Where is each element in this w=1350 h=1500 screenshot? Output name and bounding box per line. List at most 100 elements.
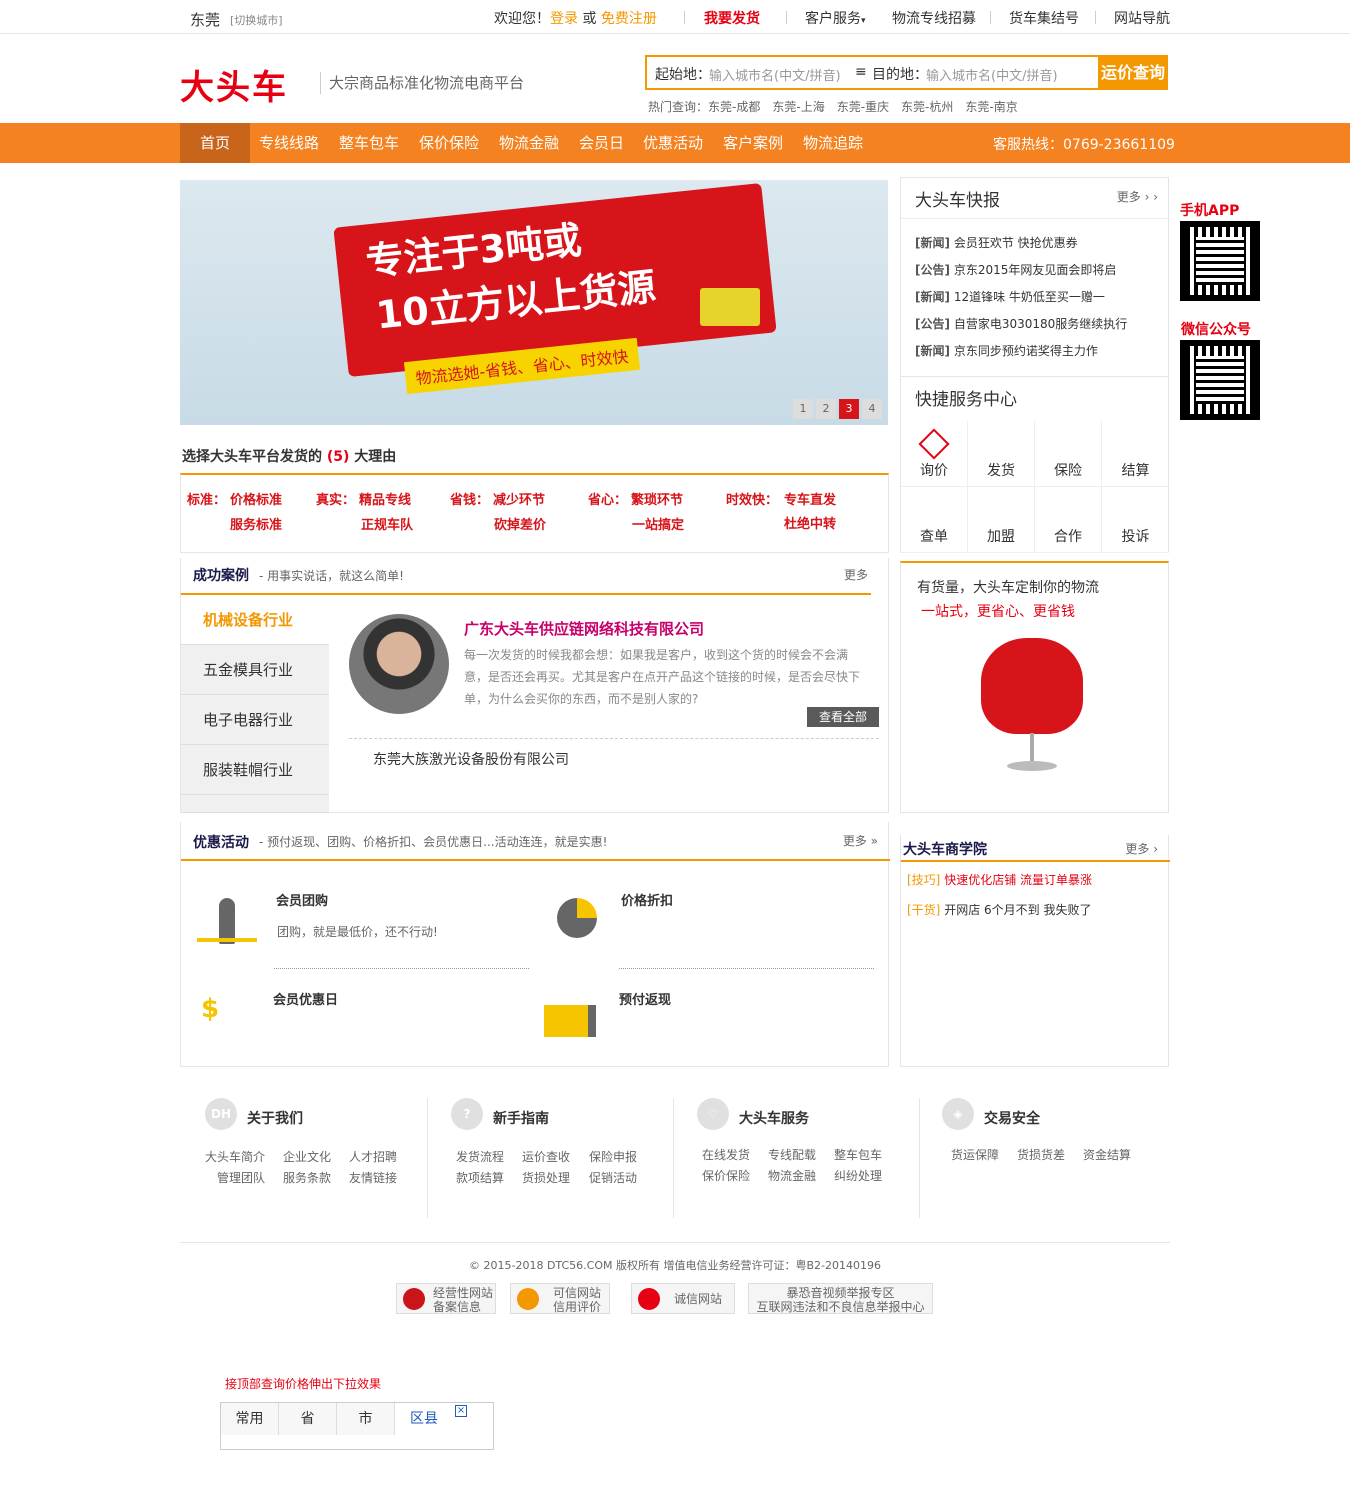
footer-link[interactable]: 运价查收 [522, 1148, 570, 1165]
news-item[interactable]: [公告] 京东2015年网友见面会即将启 [915, 261, 1116, 278]
tab-machinery[interactable]: 机械设备行业 [181, 595, 329, 645]
academy-text: 快速优化店铺 流量订单暴涨 [944, 873, 1093, 887]
banner-page[interactable]: 1 [793, 399, 813, 419]
footer-link[interactable]: 大头车简介 [205, 1148, 265, 1165]
footer-link[interactable]: 在线发货 [702, 1146, 750, 1163]
tab-city[interactable]: 市 [337, 1403, 395, 1435]
news-item[interactable]: [新闻] 12道锋味 牛奶低至买一赠一 [915, 288, 1105, 305]
nav-tracking[interactable]: 物流追踪 [803, 123, 863, 163]
banner-page-active[interactable]: 3 [839, 399, 859, 419]
app-qr-code[interactable] [1180, 221, 1260, 301]
hot-route[interactable]: 东莞-重庆 [837, 100, 889, 114]
tab-common[interactable]: 常用 [221, 1403, 279, 1435]
ship-link[interactable]: 我要发货 [704, 8, 760, 28]
login-link[interactable]: 登录 [550, 11, 578, 27]
service-ship[interactable]: 发货 [968, 421, 1035, 487]
badge-report[interactable]: 暴恐音视频举报专区 互联网违法和不良信息举报中心 [748, 1283, 933, 1314]
register-link[interactable]: 免费注册 [601, 11, 657, 27]
footer-link[interactable]: 发货流程 [456, 1148, 504, 1165]
news-item[interactable]: [公告] 自营家电3030180服务继续执行 [915, 315, 1127, 332]
academy-item[interactable]: [技巧] 快速优化店铺 流量订单暴涨 [907, 871, 1092, 888]
promotions-more-link[interactable]: 更多 » [843, 832, 878, 849]
footer-link[interactable]: 物流金融 [768, 1167, 816, 1184]
footer-link[interactable]: 资金结算 [1083, 1146, 1131, 1163]
news-tag: [公告] [915, 263, 950, 277]
news-item[interactable]: [新闻] 京东同步预约诺奖得主力作 [915, 342, 1098, 359]
promo-title[interactable]: 价格折扣 [621, 890, 673, 909]
footer-link[interactable]: 保价保险 [702, 1167, 750, 1184]
footer-link[interactable]: 款项结算 [456, 1169, 504, 1186]
reason-label: 真实： [316, 493, 356, 508]
footer-link[interactable]: 整车包车 [834, 1146, 882, 1163]
cases-more-link[interactable]: 更多 [844, 566, 868, 583]
footer-link[interactable]: 货运保障 [951, 1146, 999, 1163]
site-logo[interactable]: 大头车 [180, 60, 288, 109]
tab-district[interactable]: 区县 [395, 1403, 453, 1435]
badge-trusted[interactable]: 可信网站 信用评价 [510, 1283, 610, 1314]
recruit-link[interactable]: 物流专线招募 [892, 8, 976, 28]
service-join[interactable]: 加盟 [968, 487, 1035, 553]
case-company-item[interactable]: 东莞大族激光设备股份有限公司 [373, 749, 569, 769]
switch-city-link[interactable]: [切换城市] [230, 12, 283, 28]
promo-title[interactable]: 会员优惠日 [273, 989, 338, 1008]
hot-route[interactable]: 东莞-成都 [708, 100, 760, 114]
banner-page[interactable]: 4 [862, 399, 882, 419]
wechat-qr-code[interactable] [1180, 340, 1260, 420]
footer-link[interactable]: 专线配载 [768, 1146, 816, 1163]
academy-more-link[interactable]: 更多 › [1125, 840, 1158, 857]
service-complain[interactable]: 投诉 [1102, 487, 1169, 553]
promo-title[interactable]: 会员团购 [276, 890, 328, 909]
tab-electronics[interactable]: 电子电器行业 [181, 695, 329, 745]
footer-link[interactable]: 企业文化 [283, 1148, 331, 1165]
footer-link[interactable]: 货损处理 [522, 1169, 570, 1186]
tab-apparel[interactable]: 服装鞋帽行业 [181, 745, 329, 795]
news-item[interactable]: [新闻] 会员狂欢节 快抢优惠券 [915, 234, 1078, 251]
footer-link[interactable]: 友情链接 [349, 1169, 397, 1186]
tab-province[interactable]: 省 [279, 1403, 337, 1435]
service-quote[interactable]: 询价 [901, 421, 968, 487]
footer-link[interactable]: 服务条款 [283, 1169, 331, 1186]
service-settle[interactable]: 结算 [1102, 421, 1169, 487]
to-input[interactable]: 输入城市名(中文/拼音) [926, 65, 1058, 84]
badge-integrity[interactable]: 诚信网站 [631, 1283, 735, 1314]
customer-service-menu[interactable]: 客户服务▾ [805, 8, 866, 28]
nav-insurance[interactable]: 保价保险 [419, 123, 479, 163]
hot-route[interactable]: 东莞-杭州 [901, 100, 953, 114]
footer-link[interactable]: 货损货差 [1017, 1146, 1065, 1163]
nav-member-day[interactable]: 会员日 [579, 123, 624, 163]
service-cooperate[interactable]: 合作 [1035, 487, 1102, 553]
footer-link[interactable]: 保险申报 [589, 1148, 637, 1165]
nav-home[interactable]: 首页 [180, 123, 250, 163]
dropdown-note: 接顶部查询价格伸出下拉效果 [225, 1377, 382, 1391]
view-all-button[interactable]: 查看全部 [807, 707, 879, 727]
freight-query-button[interactable]: 运价查询 [1098, 55, 1168, 90]
from-input[interactable]: 输入城市名(中文/拼音) [709, 65, 841, 84]
footer-link[interactable]: 管理团队 [217, 1169, 265, 1186]
footer-link[interactable]: 促销活动 [589, 1169, 637, 1186]
news-more-link[interactable]: 更多 › › [1117, 188, 1158, 205]
footer-link[interactable]: 人才招聘 [349, 1148, 397, 1165]
nav-finance[interactable]: 物流金融 [499, 123, 559, 163]
service-label: 发货 [987, 463, 1015, 479]
tab-hardware[interactable]: 五金模具行业 [181, 645, 329, 695]
hot-route[interactable]: 东莞-南京 [965, 100, 1017, 114]
academy-item[interactable]: [干货] 开网店 6个月不到 我失败了 [907, 901, 1091, 918]
hotline: 客服热线：0769-23661109 [993, 137, 1175, 153]
nav-routes[interactable]: 专线线路 [259, 123, 319, 163]
custom-logistics-ad[interactable]: 有货量，大头车定制你的物流 一站式，更省心、更省钱 [900, 561, 1169, 813]
nav-cases[interactable]: 客户案例 [723, 123, 783, 163]
nav-full-truck[interactable]: 整车包车 [339, 123, 399, 163]
service-track[interactable]: 查单 [901, 487, 968, 553]
badge-filing[interactable]: 经营性网站 备案信息 [396, 1283, 496, 1314]
hero-banner[interactable]: 专注于3吨或 10立方以上货源 物流选她-省钱、省心、时效快 1234 [180, 180, 888, 425]
hot-route[interactable]: 东莞-上海 [772, 100, 824, 114]
promo-title[interactable]: 预付返现 [619, 989, 671, 1008]
case-company[interactable]: 广东大头车供应链网络科技有限公司 [464, 618, 704, 639]
footer-link[interactable]: 纠纷处理 [834, 1167, 882, 1184]
banner-page[interactable]: 2 [816, 399, 836, 419]
truck-number-link[interactable]: 货车集结号 [1009, 8, 1079, 28]
nav-promotions[interactable]: 优惠活动 [643, 123, 703, 163]
service-insurance[interactable]: 保险 [1035, 421, 1102, 487]
site-nav-link[interactable]: 网站导航 [1114, 8, 1170, 28]
close-icon[interactable]: × [455, 1405, 467, 1417]
